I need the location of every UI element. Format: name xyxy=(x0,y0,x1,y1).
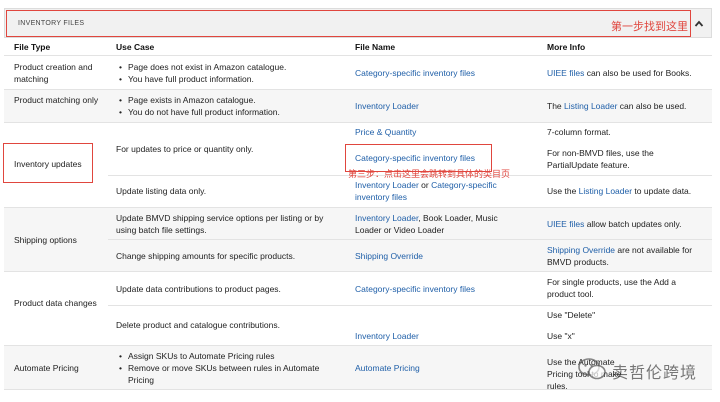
inventory-loader-link[interactable]: Inventory Loader xyxy=(355,180,419,190)
row-divider xyxy=(108,305,712,306)
file-type-product-data-changes: Product data changes xyxy=(14,298,97,308)
file-name-text: Inventory Loader, Book Loader, Music Loa… xyxy=(355,212,520,236)
file-name-separator: or xyxy=(418,180,432,190)
more-info-text: The Listing Loader can also be used. xyxy=(547,100,717,112)
info-text: to update data. xyxy=(632,186,692,196)
row-divider xyxy=(4,271,712,272)
info-text: allow batch updates only. xyxy=(584,219,682,229)
more-info-text: Shipping Override are not available for … xyxy=(547,244,707,268)
step1-annotation: 第一步找到这里 xyxy=(611,21,688,33)
column-header-file-name: File Name xyxy=(355,42,396,52)
list-item: Assign SKUs to Automate Pricing rules xyxy=(118,350,338,362)
shipping-override-link[interactable]: Shipping Override xyxy=(547,245,615,255)
chevron-up-icon[interactable] xyxy=(694,19,704,29)
watermark: 卖哲伦跨境 xyxy=(576,355,716,383)
more-info-text: Use "Delete" xyxy=(547,310,596,320)
use-case-text: Update data contributions to product pag… xyxy=(116,284,281,294)
inventory-loader-link[interactable]: Inventory Loader xyxy=(355,330,419,342)
file-type-inventory-updates: Inventory updates xyxy=(14,159,82,169)
step1-highlight-box xyxy=(6,10,691,37)
use-case-text: Update BMVD shipping service options per… xyxy=(116,213,324,235)
use-case-list: Assign SKUs to Automate Pricing rules Re… xyxy=(118,350,338,386)
inventory-files-section-header[interactable]: INVENTORY FILES 第一步找到这里 xyxy=(4,8,712,38)
listing-loader-link[interactable]: Listing Loader xyxy=(564,101,617,111)
file-name-text: Inventory Loader or Category-specific in… xyxy=(355,179,520,203)
list-item: Page exists in Amazon catalogue. xyxy=(118,94,348,106)
column-header-file-type: File Type xyxy=(14,42,51,52)
use-case-text: Update listing data only. xyxy=(116,186,207,196)
wechat-logo-icon xyxy=(578,358,606,380)
more-info-text: Use the Listing Loader to update data. xyxy=(547,185,717,197)
price-quantity-link[interactable]: Price & Quantity xyxy=(355,126,416,138)
file-type-product-creation: Product creation and matching xyxy=(14,62,93,84)
more-info-text: 7-column format. xyxy=(547,127,611,137)
row-divider xyxy=(4,122,712,123)
more-info-text: Use "x" xyxy=(547,331,575,341)
list-item: Page does not exist in Amazon catalogue. xyxy=(118,61,348,73)
automate-pricing-link[interactable]: Automate Pricing xyxy=(355,362,420,374)
row-divider xyxy=(4,89,712,90)
inventory-loader-link[interactable]: Inventory Loader xyxy=(355,100,419,112)
row-divider xyxy=(4,207,712,208)
inventory-loader-link[interactable]: Inventory Loader xyxy=(355,213,418,223)
uiee-files-link[interactable]: UIEE files xyxy=(547,68,584,78)
watermark-text: 卖哲伦跨境 xyxy=(612,365,698,382)
uiee-files-link[interactable]: UIEE files xyxy=(547,219,584,229)
column-header-more-info: More Info xyxy=(547,42,586,52)
row-divider xyxy=(108,239,712,240)
use-case-text: For updates to price or quantity only. xyxy=(116,144,254,154)
file-type-product-matching: Product matching only xyxy=(14,95,99,105)
category-specific-inventory-files-link[interactable]: Category-specific inventory files xyxy=(355,152,475,164)
section-title: INVENTORY FILES xyxy=(18,20,85,27)
category-specific-inventory-files-link[interactable]: Category-specific inventory files xyxy=(355,283,475,295)
more-info-text: For single products, use the Add a produ… xyxy=(547,277,676,299)
more-info-text: UIEE files can also be used for Books. xyxy=(547,67,717,79)
use-case-list: Page exists in Amazon catalogue. You do … xyxy=(118,94,348,118)
listing-loader-link[interactable]: Listing Loader xyxy=(579,186,632,196)
info-text: can also be used for Books. xyxy=(584,68,692,78)
info-text: Use the xyxy=(547,186,579,196)
more-info-text: For non-BMVD files, use the PartialUpdat… xyxy=(547,148,654,170)
category-specific-inventory-files-link[interactable]: Category-specific inventory files xyxy=(355,67,475,79)
file-type-shipping-options: Shipping options xyxy=(14,235,77,245)
use-case-text: Delete product and catalogue contributio… xyxy=(116,320,280,330)
more-info-text: UIEE files allow batch updates only. xyxy=(547,218,717,230)
info-text: The xyxy=(547,101,565,111)
use-case-text: Change shipping amounts for specific pro… xyxy=(116,251,296,261)
info-text: can also be used. xyxy=(617,101,687,111)
row-divider xyxy=(4,345,712,346)
row-divider xyxy=(4,55,712,56)
list-item: Remove or move SKUs between rules in Aut… xyxy=(118,362,338,386)
column-header-use-case: Use Case xyxy=(116,42,155,52)
file-type-automate-pricing: Automate Pricing xyxy=(14,363,79,373)
use-case-list: Page does not exist in Amazon catalogue.… xyxy=(118,61,348,85)
list-item: You have full product information. xyxy=(118,73,348,85)
shipping-override-link[interactable]: Shipping Override xyxy=(355,250,423,262)
list-item: You do not have full product information… xyxy=(118,106,348,118)
